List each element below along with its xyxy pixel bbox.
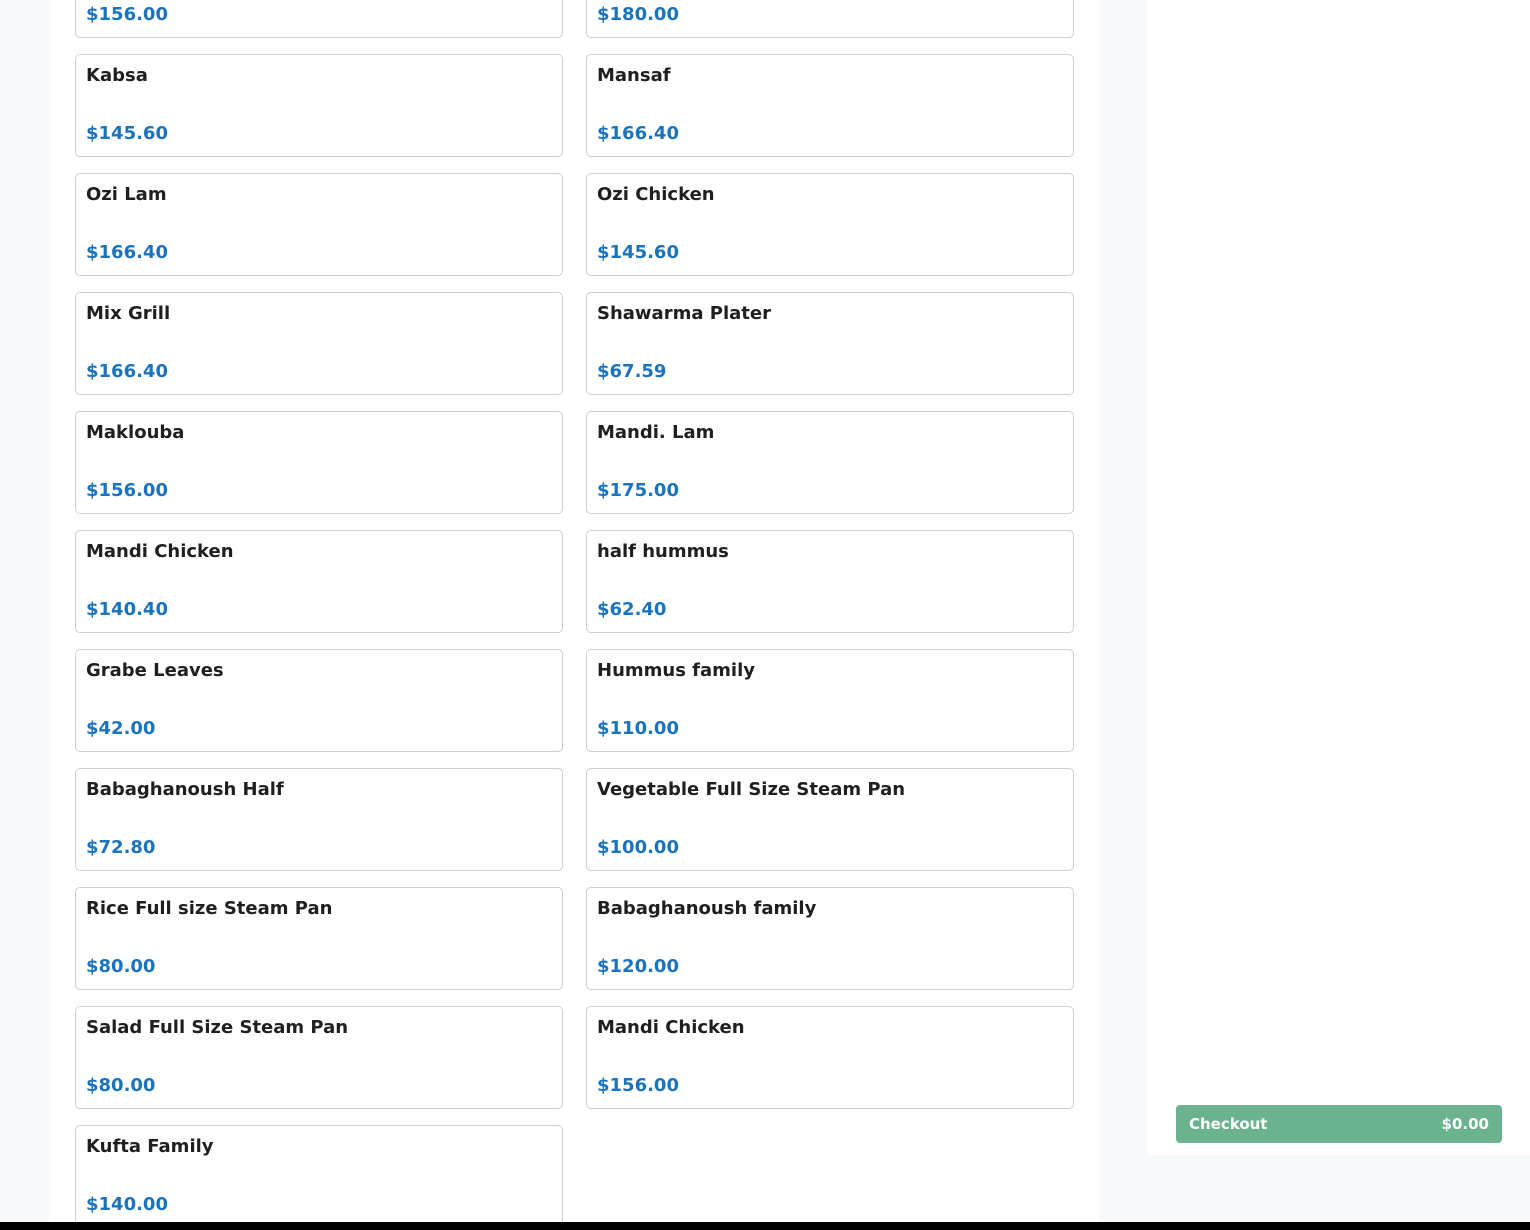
menu-item-card[interactable]: half hummus $62.40 [586, 530, 1074, 633]
menu-item-card[interactable]: Shawarma Plater $67.59 [586, 292, 1074, 395]
menu-item-price: $72.80 [86, 837, 156, 858]
menu-item-price: $140.40 [86, 599, 168, 620]
menu-item-card[interactable]: Grabe Leaves $42.00 [75, 649, 563, 752]
menu-item-name: Ozi Lam [86, 184, 167, 205]
menu-item-price: $145.60 [597, 242, 679, 263]
menu-item-price: $42.00 [86, 718, 156, 739]
menu-item-card[interactable]: Hummus family $110.00 [586, 649, 1074, 752]
menu-item-card[interactable]: Kabsa $145.60 [75, 54, 563, 157]
menu-grid: $156.00 $180.00 Kabsa $145.60 Mansaf $16… [75, 0, 1074, 1222]
menu-item-name: half hummus [597, 541, 729, 562]
menu-item-price: $175.00 [597, 480, 679, 501]
menu-item-price: $100.00 [597, 837, 679, 858]
menu-item-price: $80.00 [86, 1075, 156, 1096]
menu-item-name: Rice Full size Steam Pan [86, 898, 333, 919]
menu-item-card[interactable]: Vegetable Full Size Steam Pan $100.00 [586, 768, 1074, 871]
menu-item-name: Shawarma Plater [597, 303, 771, 324]
cart-panel: Checkout $0.00 [1147, 0, 1530, 1155]
menu-item-price: $166.40 [86, 242, 168, 263]
menu-panel: $156.00 $180.00 Kabsa $145.60 Mansaf $16… [50, 0, 1099, 1222]
menu-item-card[interactable]: Mansaf $166.40 [586, 54, 1074, 157]
menu-item-price: $110.00 [597, 718, 679, 739]
menu-item-card[interactable]: Kufta Family $140.00 [75, 1125, 563, 1222]
menu-item-name: Grabe Leaves [86, 660, 224, 681]
menu-item-price: $80.00 [86, 956, 156, 977]
menu-item-card[interactable]: Babaghanoush Half $72.80 [75, 768, 563, 871]
menu-item-price: $166.40 [86, 361, 168, 382]
menu-item-card[interactable]: Rice Full size Steam Pan $80.00 [75, 887, 563, 990]
menu-item-price: $156.00 [86, 480, 168, 501]
menu-item-price: $62.40 [597, 599, 667, 620]
menu-item-card[interactable]: Mix Grill $166.40 [75, 292, 563, 395]
menu-item-price: $156.00 [86, 4, 168, 25]
left-gutter [0, 0, 50, 1222]
checkout-label: Checkout [1189, 1115, 1268, 1133]
menu-item-name: Mandi. Lam [597, 422, 715, 443]
menu-item-card[interactable]: Babaghanoush family $120.00 [586, 887, 1074, 990]
menu-item-card[interactable]: $156.00 [75, 0, 563, 38]
menu-item-name: Maklouba [86, 422, 185, 443]
menu-item-price: $140.00 [86, 1194, 168, 1215]
checkout-button[interactable]: Checkout $0.00 [1176, 1105, 1502, 1143]
menu-item-card[interactable]: Mandi Chicken $140.40 [75, 530, 563, 633]
menu-item-price: $156.00 [597, 1075, 679, 1096]
menu-item-name: Mandi Chicken [597, 1017, 745, 1038]
menu-item-name: Babaghanoush family [597, 898, 817, 919]
menu-item-card[interactable]: Mandi Chicken $156.00 [586, 1006, 1074, 1109]
checkout-total: $0.00 [1441, 1115, 1489, 1133]
menu-item-name: Babaghanoush Half [86, 779, 284, 800]
menu-item-card[interactable]: Maklouba $156.00 [75, 411, 563, 514]
menu-item-name: Salad Full Size Steam Pan [86, 1017, 349, 1038]
menu-item-card[interactable]: $180.00 [586, 0, 1074, 38]
menu-item-card[interactable]: Ozi Chicken $145.60 [586, 173, 1074, 276]
menu-item-price: $120.00 [597, 956, 679, 977]
menu-item-name: Vegetable Full Size Steam Pan [597, 779, 906, 800]
menu-item-name: Mandi Chicken [86, 541, 234, 562]
menu-item-name: Mix Grill [86, 303, 171, 324]
menu-item-name: Kabsa [86, 65, 148, 86]
menu-item-price: $166.40 [597, 123, 679, 144]
menu-item-price: $145.60 [86, 123, 168, 144]
menu-item-price: $180.00 [597, 4, 679, 25]
menu-item-card[interactable]: Ozi Lam $166.40 [75, 173, 563, 276]
menu-item-name: Mansaf [597, 65, 671, 86]
menu-item-name: Hummus family [597, 660, 755, 681]
bottom-bar [0, 1222, 1530, 1230]
menu-item-name: Kufta Family [86, 1136, 214, 1157]
menu-item-card[interactable]: Mandi. Lam $175.00 [586, 411, 1074, 514]
menu-item-card[interactable]: Salad Full Size Steam Pan $80.00 [75, 1006, 563, 1109]
menu-item-name: Ozi Chicken [597, 184, 715, 205]
menu-item-price: $67.59 [597, 361, 667, 382]
